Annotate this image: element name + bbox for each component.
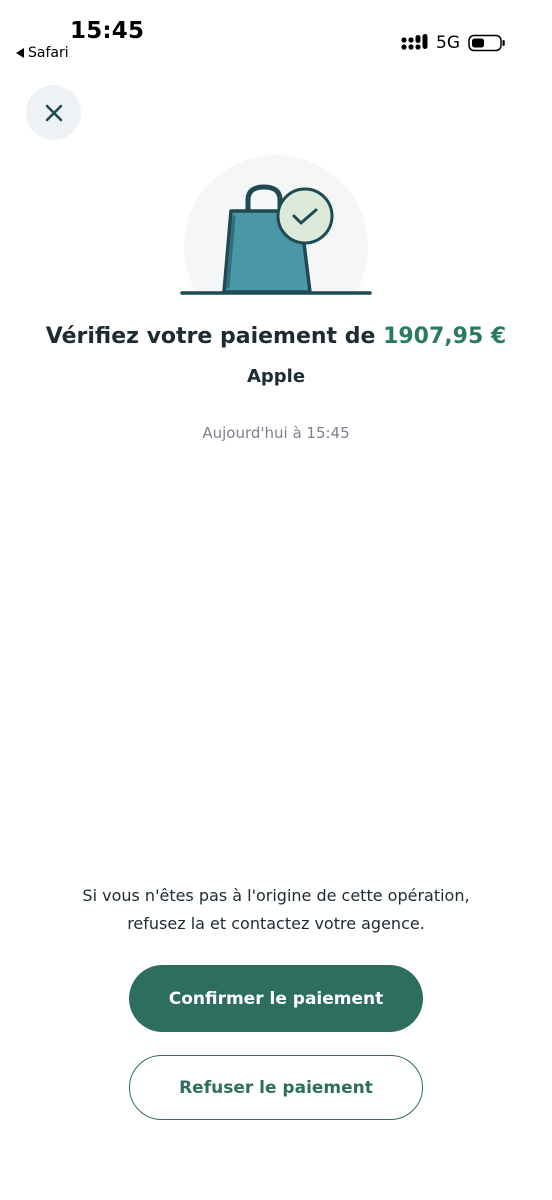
payment-date: Aujourd'hui à 15:45 — [202, 424, 350, 442]
payment-amount: 1907,95 € — [383, 324, 507, 349]
signal-icon — [401, 34, 428, 50]
merchant-name: Apple — [246, 366, 306, 387]
status-time: 15:45 — [70, 18, 145, 44]
battery-icon — [468, 34, 505, 52]
close-button[interactable] — [26, 85, 81, 140]
confirm-payment-button[interactable]: Confirmer le paiement — [129, 965, 423, 1032]
payment-title-prefix: Vérifiez votre paiement de — [45, 324, 376, 349]
close-icon — [45, 104, 62, 121]
network-label: 5G — [436, 33, 460, 53]
refuse-payment-button[interactable]: Refuser le paiement — [129, 1055, 423, 1120]
back-label: Safari — [28, 45, 69, 61]
notice-line-2: refusez la et contactez votre agence. — [127, 914, 425, 933]
status-indicators: 5G — [401, 33, 506, 53]
shopping-bag-check-icon — [180, 155, 372, 295]
notice-line-1: Si vous n'êtes pas à l'origine de cette … — [82, 886, 470, 905]
back-arrow-icon — [16, 48, 24, 58]
back-to-safari-link[interactable]: Safari — [16, 45, 69, 61]
payment-title: Vérifiez votre paiement de 1907,95 € — [0, 324, 552, 349]
security-notice: Si vous n'êtes pas à l'origine de cette … — [40, 882, 512, 938]
